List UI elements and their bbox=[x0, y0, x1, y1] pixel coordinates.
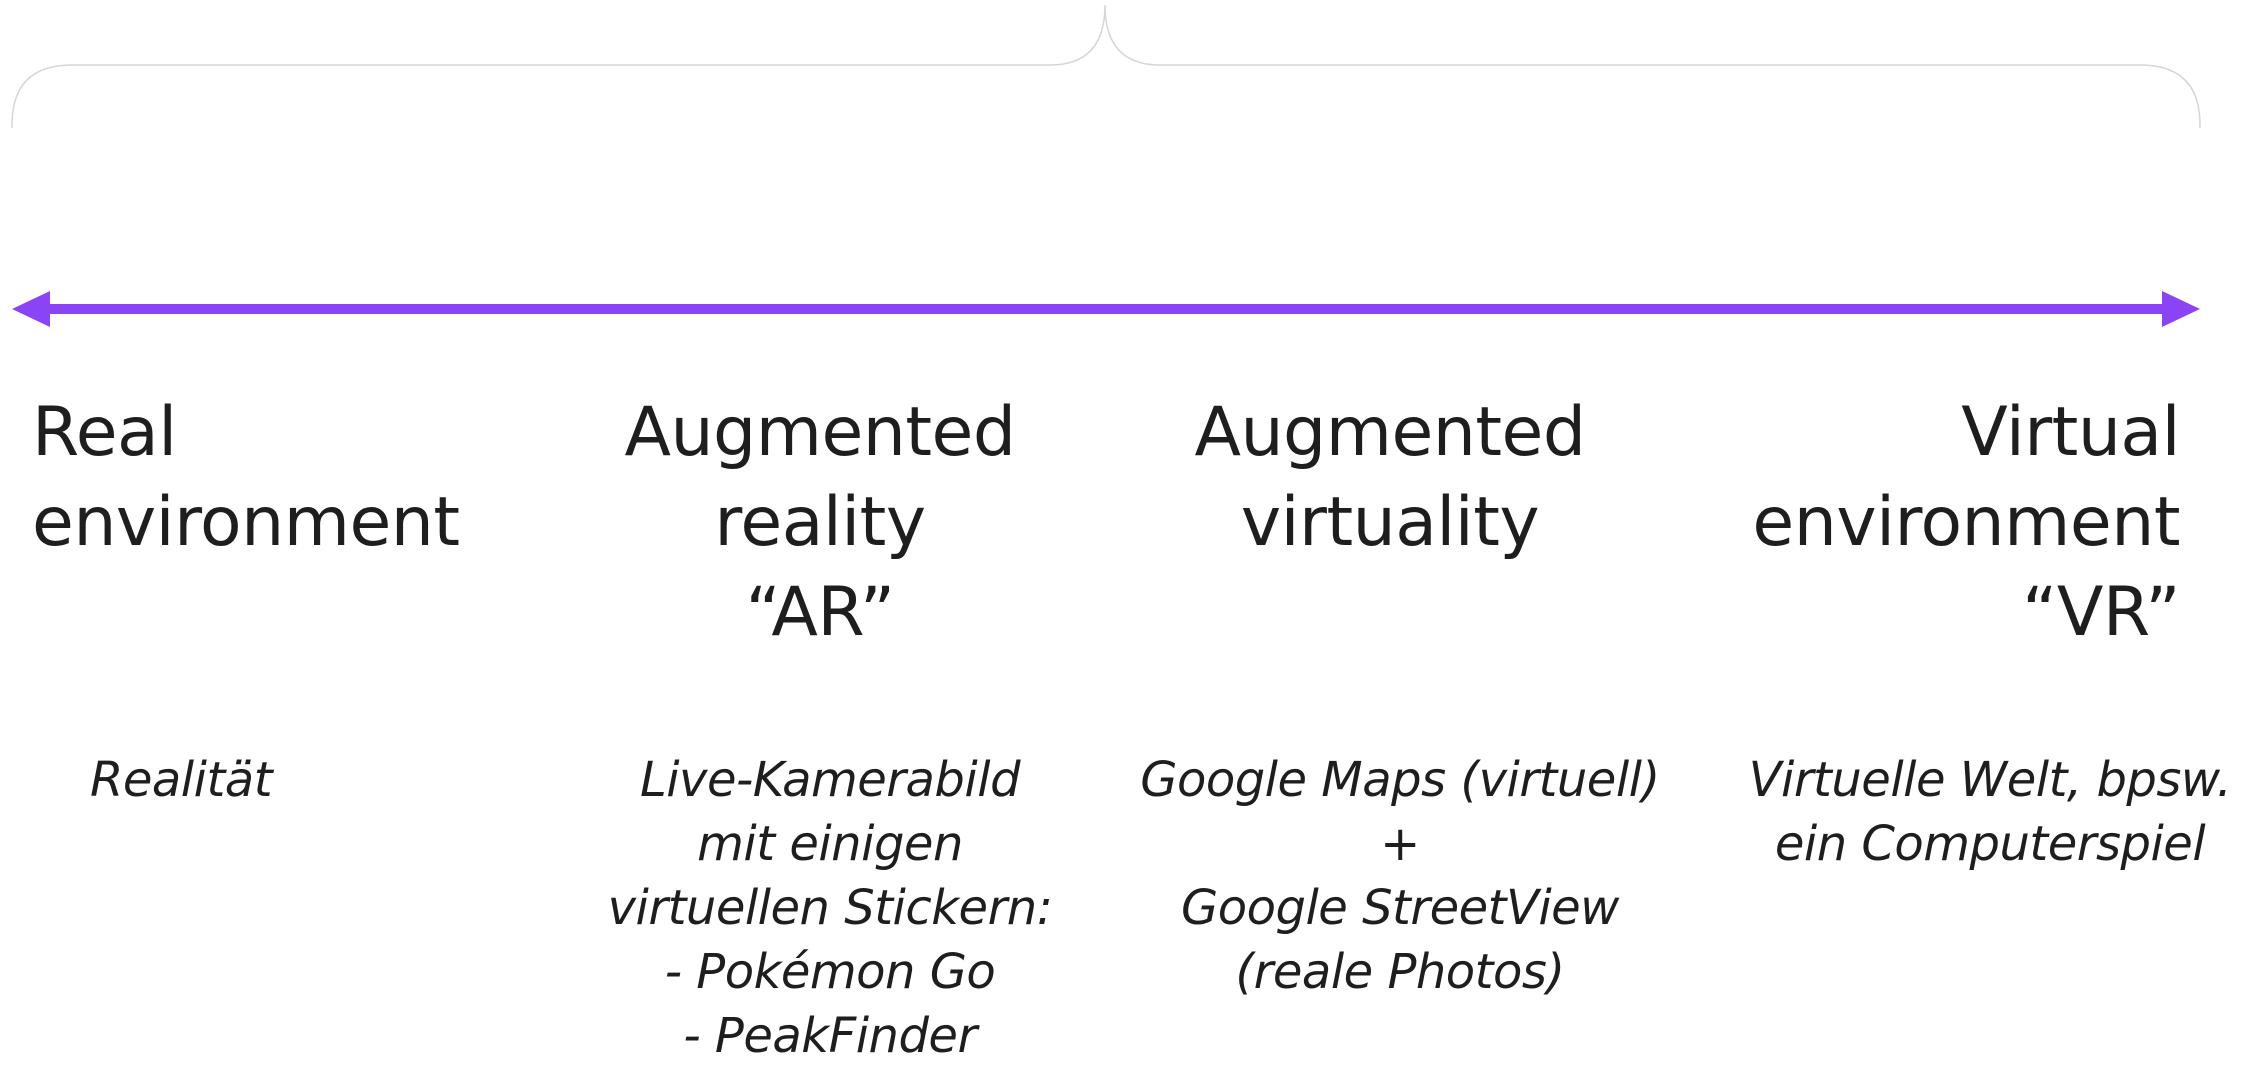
real-environment-example-line: Realität bbox=[90, 752, 273, 808]
augmented-virtuality-title: Augmented virtuality bbox=[1150, 388, 1630, 568]
real-environment-title-line: environment bbox=[32, 483, 460, 562]
augmented-reality-example-line: - Pokémon Go bbox=[664, 944, 996, 1000]
virtual-environment-title-line: Virtual bbox=[1961, 393, 2180, 472]
augmented-reality-title-line: “AR” bbox=[745, 573, 895, 652]
continuum-arrow-right-head bbox=[2162, 291, 2200, 327]
augmented-reality-example-line: virtuellen Stickern: bbox=[607, 880, 1053, 936]
virtual-environment-title-line: “VR” bbox=[2022, 573, 2180, 652]
virtual-environment-example: Virtuelle Welt, bpsw. ein Computerspiel bbox=[1730, 748, 2250, 876]
augmented-reality-example-line: - PeakFinder bbox=[683, 1008, 977, 1064]
augmented-virtuality-example-line: (reale Photos) bbox=[1235, 944, 1565, 1000]
virtual-environment-title-line: environment bbox=[1752, 483, 2180, 562]
augmented-virtuality-example: Google Maps (virtuell) + Google StreetVi… bbox=[1100, 748, 1700, 1004]
augmented-virtuality-example-line: Google Maps (virtuell) bbox=[1140, 752, 1660, 808]
augmented-virtuality-example-line: Google StreetView bbox=[1181, 880, 1619, 936]
augmented-reality-example-line: Live-Kamerabild bbox=[639, 752, 1021, 808]
augmented-virtuality-title-line: Augmented bbox=[1194, 393, 1586, 472]
continuum-arrow-left-head bbox=[12, 291, 50, 327]
augmented-reality-title-line: reality bbox=[714, 483, 926, 562]
augmented-reality-example: Live-Kamerabild mit einigen virtuellen S… bbox=[560, 748, 1100, 1068]
virtual-environment-example-line: Virtuelle Welt, bpsw. bbox=[1748, 752, 2232, 808]
augmented-reality-title: Augmented reality “AR” bbox=[580, 388, 1060, 658]
augmented-virtuality-example-line: + bbox=[1380, 816, 1420, 872]
virtual-environment-title: Virtual environment “VR” bbox=[1700, 388, 2180, 658]
real-environment-title-line: Real bbox=[32, 393, 177, 472]
virtual-environment-example-line: ein Computerspiel bbox=[1774, 816, 2206, 872]
curly-brace bbox=[11, 4, 2201, 128]
augmented-reality-title-line: Augmented bbox=[624, 393, 1016, 472]
real-environment-example: Realität bbox=[90, 748, 490, 812]
real-environment-title: Real environment bbox=[32, 388, 492, 568]
augmented-reality-example-line: mit einigen bbox=[697, 816, 963, 872]
augmented-virtuality-title-line: virtuality bbox=[1240, 483, 1540, 562]
